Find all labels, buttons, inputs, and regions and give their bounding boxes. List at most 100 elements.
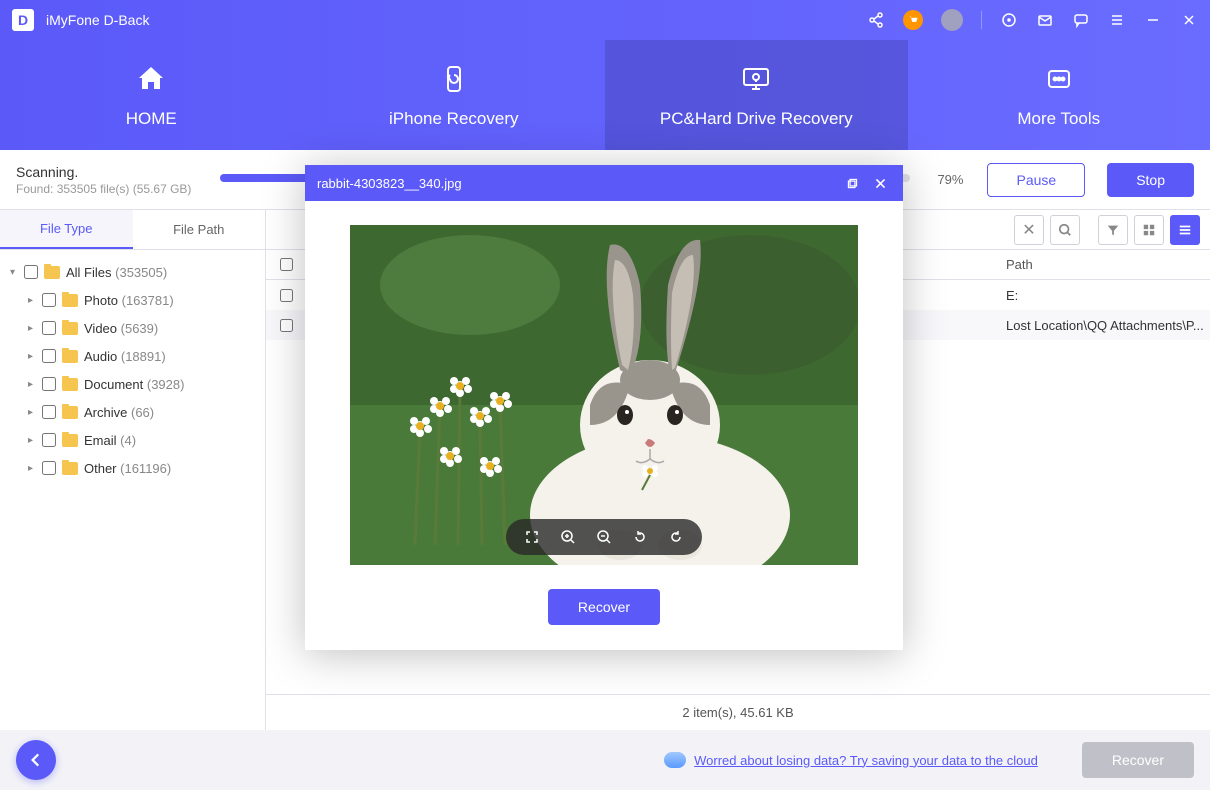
preview-filename: rabbit-4303823__340.jpg bbox=[317, 176, 462, 191]
preview-header: rabbit-4303823__340.jpg bbox=[305, 165, 903, 201]
tree-item-archive[interactable]: ▸ Archive (66) bbox=[0, 398, 265, 426]
cloud-link-text: Worred about losing data? Try saving you… bbox=[694, 753, 1038, 768]
chevron-right-icon: ▸ bbox=[28, 295, 42, 306]
folder-icon bbox=[62, 378, 78, 391]
preview-modal: rabbit-4303823__340.jpg bbox=[305, 165, 903, 650]
tree-checkbox[interactable] bbox=[42, 321, 56, 335]
zoom-out-icon[interactable] bbox=[594, 527, 614, 547]
tree-count: (4) bbox=[120, 433, 136, 448]
close-icon[interactable] bbox=[1180, 11, 1198, 29]
minimize-icon[interactable] bbox=[1144, 11, 1162, 29]
chevron-right-icon: ▸ bbox=[28, 407, 42, 418]
tree-checkbox[interactable] bbox=[42, 377, 56, 391]
tree-item-other[interactable]: ▸ Other (161196) bbox=[0, 454, 265, 482]
cart-icon[interactable] bbox=[903, 10, 923, 30]
stop-button[interactable]: Stop bbox=[1107, 163, 1194, 197]
tree-label: Video bbox=[84, 321, 117, 336]
nav-home[interactable]: HOME bbox=[0, 40, 303, 150]
tree-count: (66) bbox=[131, 405, 154, 420]
share-icon[interactable] bbox=[867, 11, 885, 29]
chevron-right-icon: ▸ bbox=[28, 351, 42, 362]
pause-button[interactable]: Pause bbox=[987, 163, 1085, 197]
folder-icon bbox=[62, 294, 78, 307]
scan-percent: 79% bbox=[937, 172, 963, 187]
folder-icon bbox=[62, 434, 78, 447]
sidebar-tab-filetype[interactable]: File Type bbox=[0, 210, 133, 249]
recover-button-bottom[interactable]: Recover bbox=[1082, 742, 1194, 778]
nav-home-label: HOME bbox=[126, 109, 177, 129]
nav-iphone-label: iPhone Recovery bbox=[389, 109, 518, 129]
home-icon bbox=[133, 61, 169, 97]
select-all-checkbox[interactable] bbox=[280, 258, 293, 271]
nav-more-tools[interactable]: More Tools bbox=[908, 40, 1210, 150]
rotate-right-icon[interactable] bbox=[666, 527, 686, 547]
tree-count: (161196) bbox=[120, 461, 171, 476]
mail-icon[interactable] bbox=[1036, 11, 1054, 29]
tree-item-all[interactable]: ▾All Files (353505) bbox=[0, 258, 265, 286]
tree-checkbox[interactable] bbox=[42, 293, 56, 307]
tree-item-video[interactable]: ▸ Video (5639) bbox=[0, 314, 265, 342]
tree-label: Email bbox=[84, 433, 117, 448]
chevron-right-icon: ▸ bbox=[28, 323, 42, 334]
tree-label: Other bbox=[84, 461, 117, 476]
fullscreen-icon[interactable] bbox=[522, 527, 542, 547]
sidebar-tab-filepath[interactable]: File Path bbox=[133, 210, 266, 249]
monitor-icon bbox=[738, 61, 774, 97]
clear-search-button[interactable]: ✕ bbox=[1014, 215, 1044, 245]
target-icon[interactable] bbox=[1000, 11, 1018, 29]
tree-count: (163781) bbox=[122, 293, 174, 308]
nav-more-label: More Tools bbox=[1017, 109, 1100, 129]
chevron-down-icon: ▾ bbox=[10, 267, 24, 278]
folder-icon bbox=[62, 350, 78, 363]
nav-pc-recovery[interactable]: PC&Hard Drive Recovery bbox=[605, 40, 908, 150]
chevron-right-icon: ▸ bbox=[28, 379, 42, 390]
tree-checkbox[interactable] bbox=[42, 433, 56, 447]
tree-checkbox[interactable] bbox=[42, 405, 56, 419]
separator bbox=[981, 11, 982, 29]
more-icon bbox=[1041, 61, 1077, 97]
maximize-icon[interactable] bbox=[841, 172, 863, 194]
user-avatar-icon[interactable] bbox=[941, 9, 963, 31]
menu-icon[interactable] bbox=[1108, 11, 1126, 29]
list-view-button[interactable] bbox=[1170, 215, 1200, 245]
bottom-bar: Worred about losing data? Try saving you… bbox=[0, 730, 1210, 790]
preview-close-icon[interactable] bbox=[869, 172, 891, 194]
filter-button[interactable] bbox=[1098, 215, 1128, 245]
image-controls bbox=[506, 519, 702, 555]
tree-count: (5639) bbox=[121, 321, 159, 336]
chevron-right-icon: ▸ bbox=[28, 435, 42, 446]
row-checkbox[interactable] bbox=[280, 319, 293, 332]
phone-icon bbox=[436, 61, 472, 97]
zoom-in-icon[interactable] bbox=[558, 527, 578, 547]
folder-icon bbox=[62, 322, 78, 335]
chat-icon[interactable] bbox=[1072, 11, 1090, 29]
tree-checkbox[interactable] bbox=[42, 349, 56, 363]
tree-item-photo[interactable]: ▸ Photo (163781) bbox=[0, 286, 265, 314]
tree-label: Document bbox=[84, 377, 143, 392]
tree-label: All Files bbox=[66, 265, 112, 280]
cloud-icon bbox=[664, 752, 686, 768]
folder-icon bbox=[62, 462, 78, 475]
tree-item-email[interactable]: ▸ Email (4) bbox=[0, 426, 265, 454]
cloud-backup-link[interactable]: Worred about losing data? Try saving you… bbox=[664, 752, 1038, 768]
tree-count: (18891) bbox=[121, 349, 166, 364]
tree-label: Archive bbox=[84, 405, 127, 420]
tree-item-audio[interactable]: ▸ Audio (18891) bbox=[0, 342, 265, 370]
tree-label: Photo bbox=[84, 293, 118, 308]
chevron-right-icon: ▸ bbox=[28, 463, 42, 474]
grid-view-button[interactable] bbox=[1134, 215, 1164, 245]
rotate-left-icon[interactable] bbox=[630, 527, 650, 547]
tree-label: Audio bbox=[84, 349, 117, 364]
preview-recover-button[interactable]: Recover bbox=[548, 589, 660, 625]
row-checkbox[interactable] bbox=[280, 289, 293, 302]
nav-iphone-recovery[interactable]: iPhone Recovery bbox=[303, 40, 606, 150]
back-button[interactable] bbox=[16, 740, 56, 780]
selection-summary: 2 item(s), 45.61 KB bbox=[266, 694, 1210, 730]
tree-item-document[interactable]: ▸Document (3928) bbox=[0, 370, 265, 398]
tree-checkbox[interactable] bbox=[24, 265, 38, 279]
app-title: iMyFone D-Back bbox=[46, 12, 867, 28]
tree-checkbox[interactable] bbox=[42, 461, 56, 475]
folder-icon bbox=[44, 266, 60, 279]
preview-image bbox=[350, 225, 858, 565]
search-button[interactable] bbox=[1050, 215, 1080, 245]
